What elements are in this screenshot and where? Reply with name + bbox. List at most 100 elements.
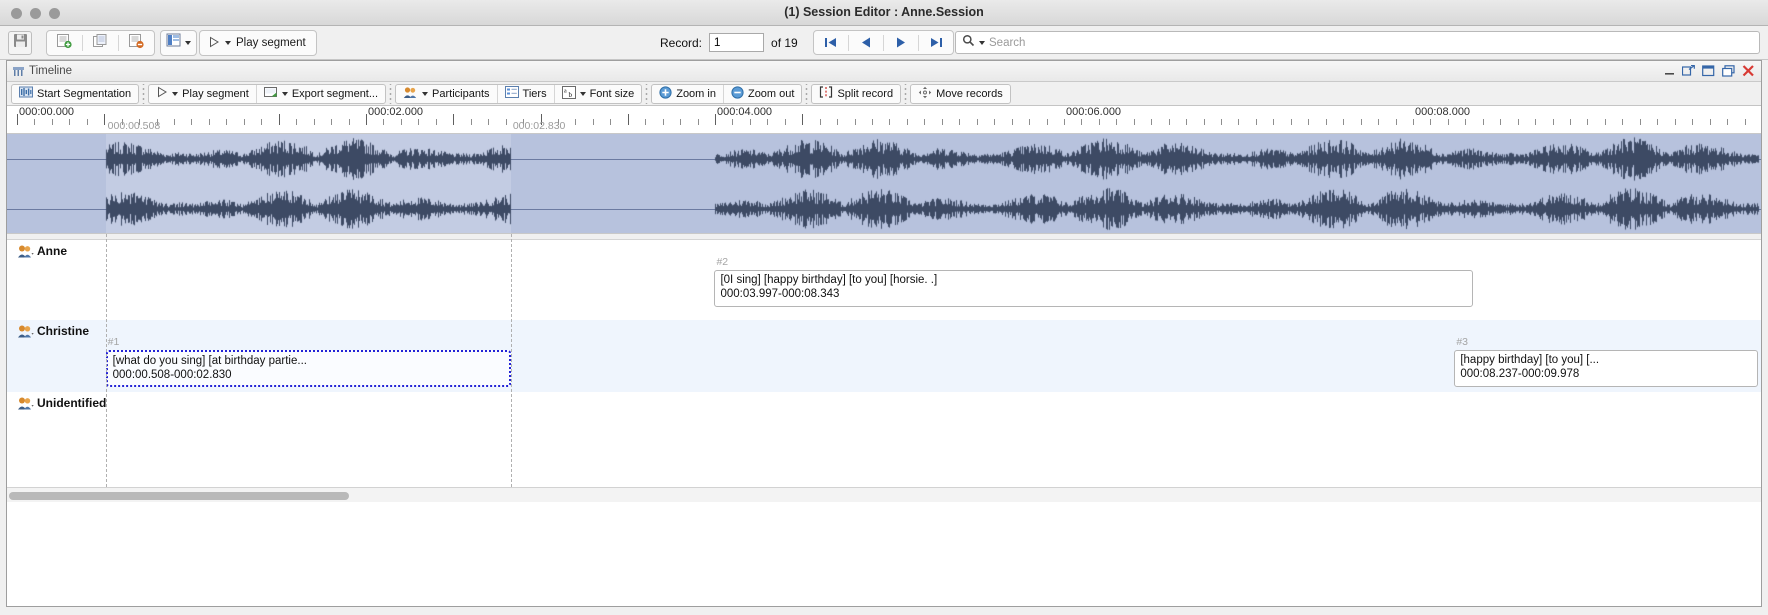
audio-waveform[interactable] xyxy=(7,134,1761,234)
ruler-tick xyxy=(1448,119,1449,125)
record-transcript-text: [what do you sing] [at birthday partie..… xyxy=(112,355,307,367)
play-segment-caret-icon[interactable] xyxy=(172,91,179,96)
start-segmentation-button[interactable]: Start Segmentation xyxy=(12,85,138,103)
zoom-in-button[interactable]: Zoom in xyxy=(652,85,723,103)
ruler-tick xyxy=(104,114,105,125)
split-record-group: Split record xyxy=(811,83,902,104)
scrollbar-thumb[interactable] xyxy=(9,492,349,500)
previous-record-button[interactable] xyxy=(849,31,883,54)
ruler-tick xyxy=(575,119,576,125)
export-segment-button[interactable]: Export segment... xyxy=(255,84,385,103)
view-layout-caret-icon[interactable] xyxy=(185,41,191,45)
ruler-tick xyxy=(1116,119,1117,125)
panel-grip-icon[interactable] xyxy=(12,65,25,83)
ruler-tick xyxy=(1465,119,1466,125)
participants-button[interactable]: Participants xyxy=(396,85,496,103)
tier-name-christine: Christine xyxy=(37,324,90,338)
participant-avatar-icon[interactable] xyxy=(17,396,34,416)
ruler-tick xyxy=(750,119,751,125)
duplicate-record-icon xyxy=(92,33,109,54)
ruler-tick xyxy=(715,114,716,125)
font-size-button[interactable]: a b Font size xyxy=(553,84,642,103)
participants-icon xyxy=(403,86,418,102)
toolbar-separator xyxy=(642,83,652,104)
ruler-tick xyxy=(872,119,873,125)
ruler-tick xyxy=(174,119,175,125)
export-segment-caret-icon[interactable] xyxy=(281,91,288,96)
panel-title: Timeline xyxy=(29,65,73,77)
restore-icon[interactable] xyxy=(1722,64,1735,82)
ruler-tick xyxy=(1657,119,1658,125)
ruler-tick xyxy=(855,119,856,125)
participant-avatar-icon[interactable] xyxy=(17,244,34,264)
ruler-tick xyxy=(331,119,332,125)
timeline-ruler[interactable]: 000:00.000 000:02.000 000:04.000 000:06.000… xyxy=(7,106,1761,134)
toolbar-separator xyxy=(386,83,396,104)
zoom-out-label: Zoom out xyxy=(747,87,795,100)
ruler-tick xyxy=(1221,119,1222,125)
first-record-button[interactable] xyxy=(814,31,848,54)
ruler-tick xyxy=(977,119,978,125)
new-record-button[interactable] xyxy=(47,31,82,55)
ruler-tick xyxy=(1151,119,1152,125)
ruler-tick xyxy=(1291,119,1292,125)
ruler-tick xyxy=(506,119,507,125)
magnifier-icon[interactable] xyxy=(962,34,975,52)
participant-avatar-icon[interactable] xyxy=(17,324,34,344)
waveform-canvas-right xyxy=(7,184,1761,233)
record-box[interactable]: [what do you sing] [at birthday partie..… xyxy=(105,350,511,387)
segmentation-group: Start Segmentation xyxy=(11,83,140,104)
ruler-tick xyxy=(680,119,681,125)
maximize-icon[interactable] xyxy=(1702,64,1715,82)
ruler-time-label: 000:08.000 xyxy=(1415,106,1471,118)
participants-caret-icon[interactable] xyxy=(422,91,429,96)
font-size-icon: a b xyxy=(561,85,576,102)
ruler-tick xyxy=(87,119,88,125)
tier-records-area[interactable]: Anne Christine Unidentified #1 [what do … xyxy=(7,234,1761,502)
tiers-button[interactable]: Tiers xyxy=(496,84,554,103)
tier-row-unidentified[interactable]: Unidentified xyxy=(7,392,1761,452)
ruler-tick xyxy=(383,119,384,125)
ruler-tick xyxy=(1256,119,1257,125)
ruler-tick xyxy=(1430,119,1431,125)
minimize-icon[interactable] xyxy=(1664,64,1675,82)
move-records-button[interactable]: Move records xyxy=(911,85,1010,103)
delete-record-button[interactable] xyxy=(119,31,154,55)
horizontal-scrollbar[interactable] xyxy=(7,487,1761,502)
duplicate-record-button[interactable] xyxy=(83,31,118,55)
ruler-tick xyxy=(1500,119,1501,125)
first-record-icon xyxy=(824,38,836,47)
save-button[interactable] xyxy=(8,31,32,55)
ruler-tick xyxy=(1273,119,1274,125)
play-segment-button[interactable]: Play segment xyxy=(199,30,317,56)
search-box[interactable]: Search xyxy=(955,31,1760,54)
ruler-tick xyxy=(34,119,35,125)
zoom-out-button[interactable]: Zoom out xyxy=(722,84,801,103)
segmentation-icon xyxy=(19,86,33,102)
participants-tiers-group: Participants Tiers a b Font size xyxy=(395,83,643,104)
ruler-tick xyxy=(837,119,838,125)
ruler-tick xyxy=(488,119,489,125)
view-layout-group xyxy=(160,30,197,56)
font-size-caret-icon[interactable] xyxy=(579,91,586,96)
segment-boundary-line[interactable] xyxy=(510,234,512,487)
record-box[interactable]: [0I sing] [happy birthday] [to you] [hor… xyxy=(714,270,1473,307)
play-segment-caret-icon[interactable] xyxy=(225,41,231,45)
float-icon[interactable] xyxy=(1681,64,1695,82)
timeline-play-segment-button[interactable]: Play segment xyxy=(149,85,256,103)
ruler-time-label: 000:06.000 xyxy=(1066,106,1122,118)
split-record-icon xyxy=(819,86,833,101)
search-options-caret-icon[interactable] xyxy=(979,40,985,45)
record-box[interactable]: [happy birthday] [to you] [... 000:08.237… xyxy=(1454,350,1759,387)
close-icon[interactable] xyxy=(1742,64,1755,82)
next-record-button[interactable] xyxy=(884,31,918,54)
ruler-tick xyxy=(401,119,402,125)
ruler-tick xyxy=(191,119,192,125)
last-record-button[interactable] xyxy=(919,31,953,54)
record-number-input[interactable] xyxy=(709,33,765,52)
ruler-boundary-label: 000:00.508 xyxy=(107,120,161,132)
ruler-tick xyxy=(1047,119,1048,125)
view-layout-button[interactable] xyxy=(161,31,196,55)
split-record-button[interactable]: Split record xyxy=(812,85,900,103)
segment-boundary-line[interactable] xyxy=(105,234,107,487)
